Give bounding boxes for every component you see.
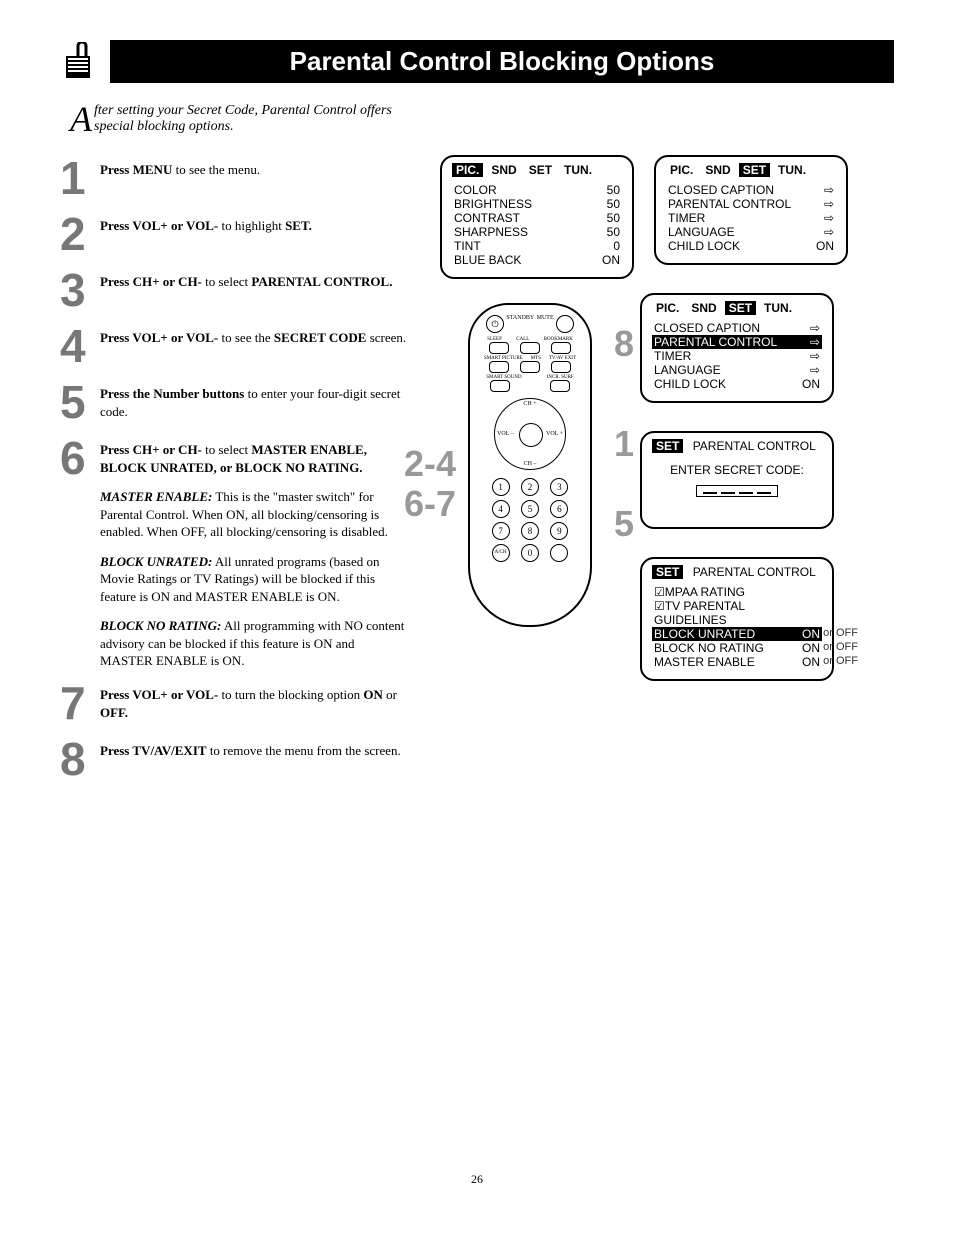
illustration-column: PIC. SND SET TUN. COLOR50 BRIGHTNESS50 C… xyxy=(440,155,894,792)
ch-up-button: CH + xyxy=(523,401,536,407)
step-number: 3 xyxy=(60,267,100,313)
tvav-exit-button xyxy=(551,361,571,373)
callout-2-4: 2-4 xyxy=(404,443,456,485)
digit-9: 9 xyxy=(550,522,568,540)
steps-column: 1 Press MENU to see the menu. 2 Press VO… xyxy=(60,155,410,792)
mute-button xyxy=(556,315,574,333)
step-text: Press CH+ or CH- to select MASTER ENABLE… xyxy=(100,435,410,670)
step-number: 4 xyxy=(60,323,100,369)
tab-set: SET xyxy=(525,163,556,177)
blank-button xyxy=(550,544,568,562)
step-number: 5 xyxy=(60,379,100,425)
digit-1: 1 xyxy=(492,478,510,496)
step-number: 2 xyxy=(60,211,100,257)
step-number: 8 xyxy=(60,736,100,782)
callout-1: 1 xyxy=(614,423,634,465)
step-number: 7 xyxy=(60,680,100,726)
tab-set: SET xyxy=(739,163,770,177)
intro-text: After setting your Secret Code, Parental… xyxy=(70,103,410,135)
step-text: Press TV/AV/EXIT to remove the menu from… xyxy=(100,736,401,782)
incr-surf-button xyxy=(550,380,570,392)
digit-4: 4 xyxy=(492,500,510,518)
smart-picture-button xyxy=(489,361,509,373)
mts-button xyxy=(520,361,540,373)
menu-button xyxy=(519,423,543,447)
digit-8: 8 xyxy=(521,522,539,540)
vol-up-button: VOL + xyxy=(546,431,563,437)
osd-set-menu-highlighted: PIC. SND SET TUN. CLOSED CAPTION⇨ PARENT… xyxy=(640,293,834,403)
osd-parental-options: SET PARENTAL CONTROL ☑MPAA RATING ☑TV PA… xyxy=(640,557,834,681)
digit-0: 0 xyxy=(521,544,539,562)
digit-5: 5 xyxy=(521,500,539,518)
osd-pic-menu: PIC. SND SET TUN. COLOR50 BRIGHTNESS50 C… xyxy=(440,155,634,279)
bookmark-button xyxy=(551,342,571,354)
step-number: 6 xyxy=(60,435,100,670)
step-text: Press VOL+ or VOL- to see the SECRET COD… xyxy=(100,323,406,369)
tab-pic: PIC. xyxy=(452,163,483,177)
tab-tun: TUN. xyxy=(560,163,596,177)
vol-down-button: VOL – xyxy=(497,431,514,437)
book-icon xyxy=(60,42,100,82)
standby-button: ⏻ xyxy=(486,315,504,333)
call-button xyxy=(520,342,540,354)
callout-8: 8 xyxy=(614,323,634,365)
osd-set-menu: PIC. SND SET TUN. CLOSED CAPTION⇨ PARENT… xyxy=(654,155,848,265)
tab-pic: PIC. xyxy=(666,163,697,177)
digit-3: 3 xyxy=(550,478,568,496)
page-title: Parental Control Blocking Options xyxy=(110,40,894,83)
step-text: Press VOL+ or VOL- to turn the blocking … xyxy=(100,680,410,726)
callout-5: 5 xyxy=(614,503,634,545)
smart-sound-button xyxy=(490,380,510,392)
step-text: Press MENU to see the menu. xyxy=(100,155,260,201)
tab-snd: SND xyxy=(701,163,734,177)
osd-secret-code: SET PARENTAL CONTROL ENTER SECRET CODE: xyxy=(640,431,834,529)
a-ch-button: A/CH xyxy=(492,544,510,562)
page-number: 26 xyxy=(60,1172,894,1187)
step-text: Press CH+ or CH- to select PARENTAL CONT… xyxy=(100,267,392,313)
step-text: Press the Number buttons to enter your f… xyxy=(100,379,410,425)
remote-control-illustration: ⏻ STANDBY MUTE SLEEPCALLBOOKMARK xyxy=(468,303,592,627)
sleep-button xyxy=(489,342,509,354)
tab-snd: SND xyxy=(487,163,520,177)
digit-6: 6 xyxy=(550,500,568,518)
ch-down-button: CH – xyxy=(524,461,537,467)
tab-tun: TUN. xyxy=(774,163,810,177)
callout-6-7: 6-7 xyxy=(404,483,456,525)
step-text: Press VOL+ or VOL- to highlight SET. xyxy=(100,211,312,257)
step-number: 1 xyxy=(60,155,100,201)
digit-2: 2 xyxy=(521,478,539,496)
digit-7: 7 xyxy=(492,522,510,540)
